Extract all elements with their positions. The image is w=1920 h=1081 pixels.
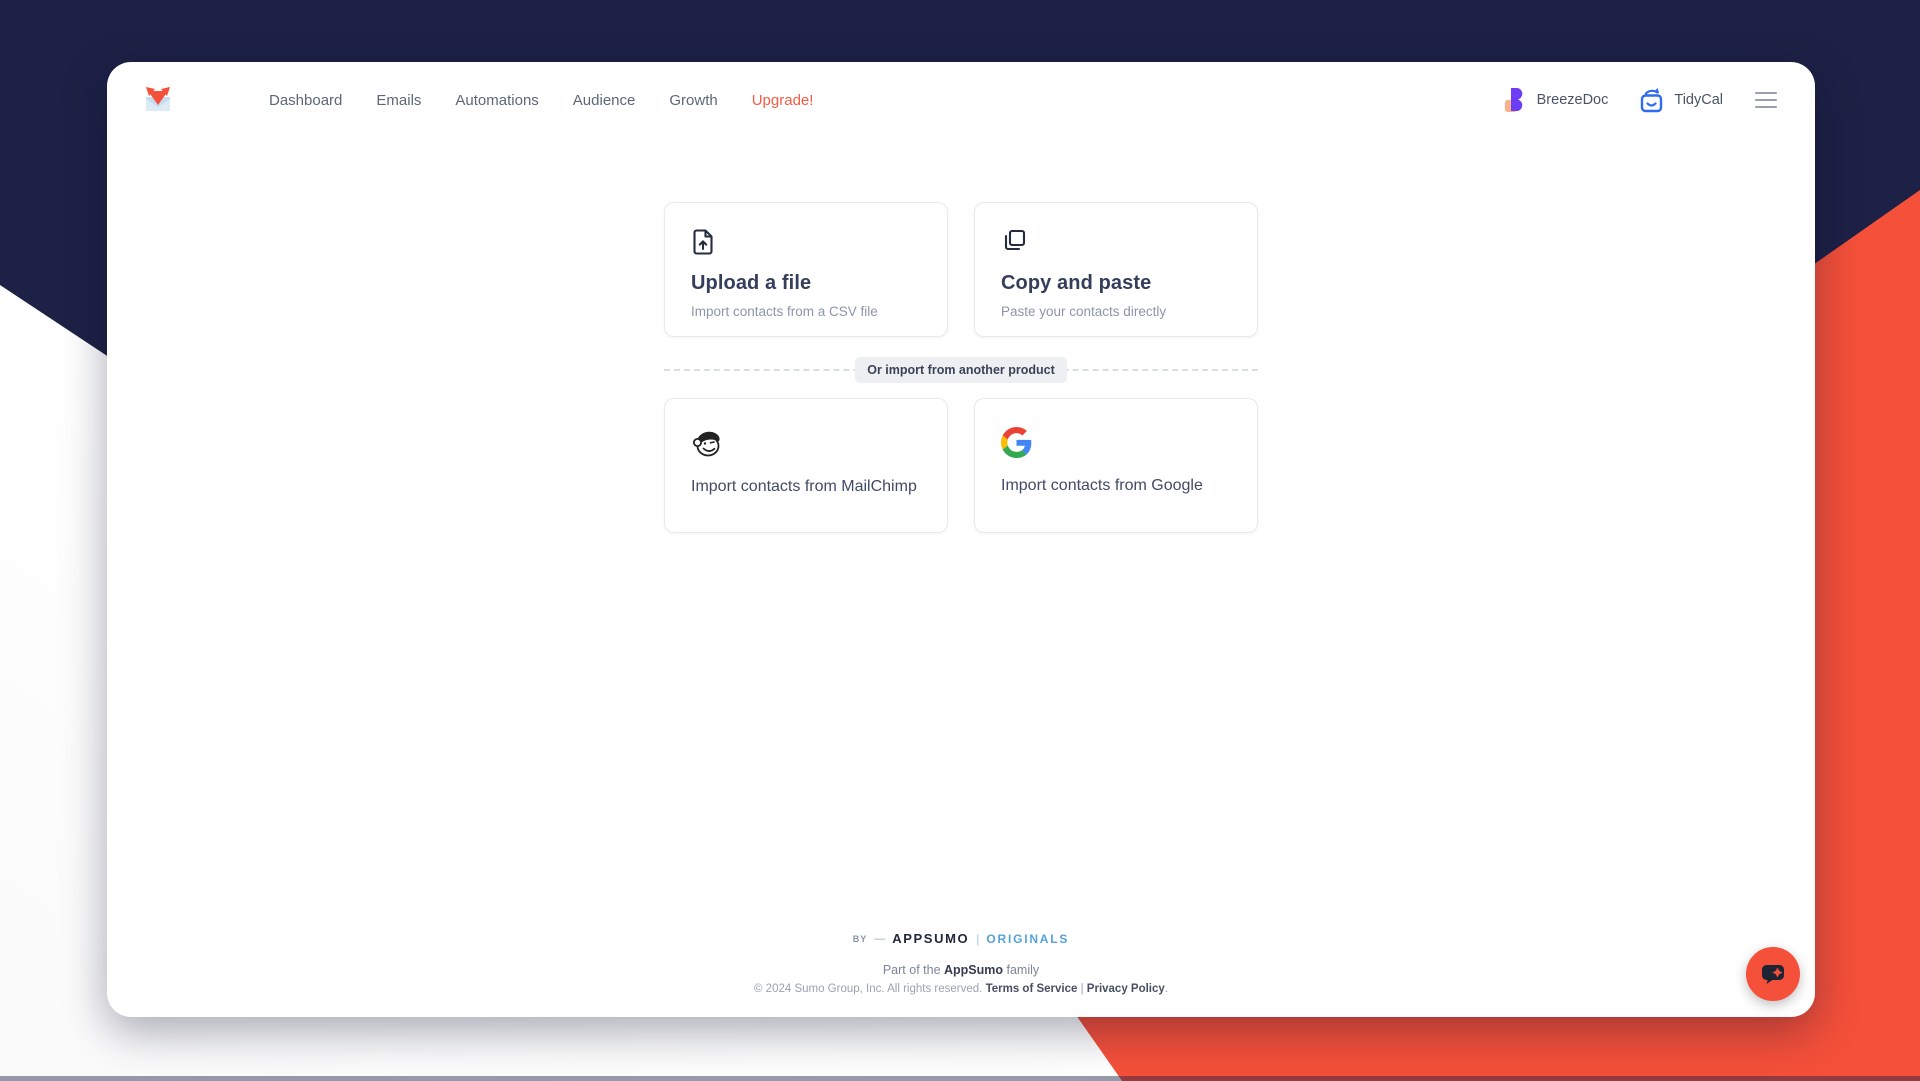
- copyright-separator: |: [1077, 983, 1087, 995]
- file-upload-icon: [693, 229, 713, 255]
- nav-item-growth[interactable]: Growth: [669, 92, 717, 109]
- copyright-text: © 2024 Sumo Group, Inc. All rights reser…: [754, 983, 986, 995]
- sendfox-logo-icon[interactable]: [143, 86, 173, 114]
- upload-file-description: Import contacts from a CSV file: [691, 304, 878, 319]
- divider-label-badge: Or import from another product: [855, 356, 1067, 383]
- tidycal-icon: [1641, 87, 1663, 112]
- copy-paste-title: Copy and paste: [1001, 272, 1152, 294]
- byline-by: BY: [852, 933, 868, 944]
- mailchimp-icon: [693, 431, 720, 457]
- copyright-line: © 2024 Sumo Group, Inc. All rights reser…: [107, 983, 1815, 995]
- appsumo-originals-lockup[interactable]: BY — APPSUMO | ORIGINALS: [107, 931, 1815, 946]
- family-line: Part of the AppSumo family: [107, 963, 1815, 977]
- footer: BY — APPSUMO | ORIGINALS Part of the App…: [107, 931, 1815, 1017]
- menu-hamburger-button[interactable]: [1753, 88, 1779, 112]
- tidycal-link[interactable]: TidyCal: [1638, 87, 1723, 114]
- integration-import-row: Import contacts from MailChimp Import co…: [664, 398, 1258, 533]
- copyright-period: .: [1164, 983, 1168, 995]
- upload-file-title: Upload a file: [691, 272, 812, 294]
- window-bottom-edge: [0, 1076, 1920, 1081]
- terms-of-service-link[interactable]: Terms of Service: [986, 983, 1078, 995]
- import-source-divider: Or import from another product: [664, 356, 1258, 383]
- upload-file-card[interactable]: Upload a file Import contacts from a CSV…: [664, 202, 948, 337]
- chat-bubble-icon: [1762, 965, 1784, 984]
- chat-widget-button[interactable]: [1746, 947, 1800, 1001]
- breezedoc-label: BreezeDoc: [1536, 92, 1609, 108]
- google-icon: [1001, 427, 1032, 458]
- family-prefix: Part of the: [882, 963, 944, 977]
- header-right-group: BreezeDoc TidyCal: [1504, 87, 1779, 114]
- byline-originals: ORIGINALS: [986, 931, 1070, 946]
- nav-item-emails[interactable]: Emails: [376, 92, 421, 109]
- byline-appsumo: APPSUMO: [892, 931, 970, 946]
- primary-import-row: Upload a file Import contacts from a CSV…: [664, 202, 1258, 337]
- family-brand: AppSumo: [944, 963, 1004, 977]
- family-suffix: family: [1003, 963, 1040, 977]
- byline-dash: —: [874, 932, 886, 945]
- tidycal-label: TidyCal: [1674, 92, 1723, 108]
- mailchimp-import-card[interactable]: Import contacts from MailChimp: [664, 398, 948, 533]
- breezedoc-link[interactable]: BreezeDoc: [1504, 87, 1609, 113]
- nav-item-audience[interactable]: Audience: [573, 92, 636, 109]
- nav-item-automations[interactable]: Automations: [455, 92, 538, 109]
- nav-item-upgrade[interactable]: Upgrade!: [752, 92, 814, 109]
- copy-icon: [1004, 229, 1026, 251]
- main-app-panel: Dashboard Emails Automations Audience Gr…: [107, 62, 1815, 1017]
- byline-separator: |: [976, 931, 980, 946]
- nav-item-dashboard[interactable]: Dashboard: [269, 92, 342, 109]
- import-options-section: Upload a file Import contacts from a CSV…: [664, 202, 1258, 533]
- privacy-policy-link[interactable]: Privacy Policy: [1087, 983, 1165, 995]
- google-import-label: Import contacts from Google: [1001, 477, 1203, 494]
- google-import-card[interactable]: Import contacts from Google: [974, 398, 1258, 533]
- copy-paste-card[interactable]: Copy and paste Paste your contacts direc…: [974, 202, 1258, 337]
- top-navigation-bar: Dashboard Emails Automations Audience Gr…: [107, 62, 1815, 114]
- breezedoc-icon: [1504, 88, 1522, 112]
- copy-paste-description: Paste your contacts directly: [1001, 304, 1167, 319]
- primary-nav: Dashboard Emails Automations Audience Gr…: [269, 92, 813, 109]
- mailchimp-import-label: Import contacts from MailChimp: [691, 478, 917, 495]
